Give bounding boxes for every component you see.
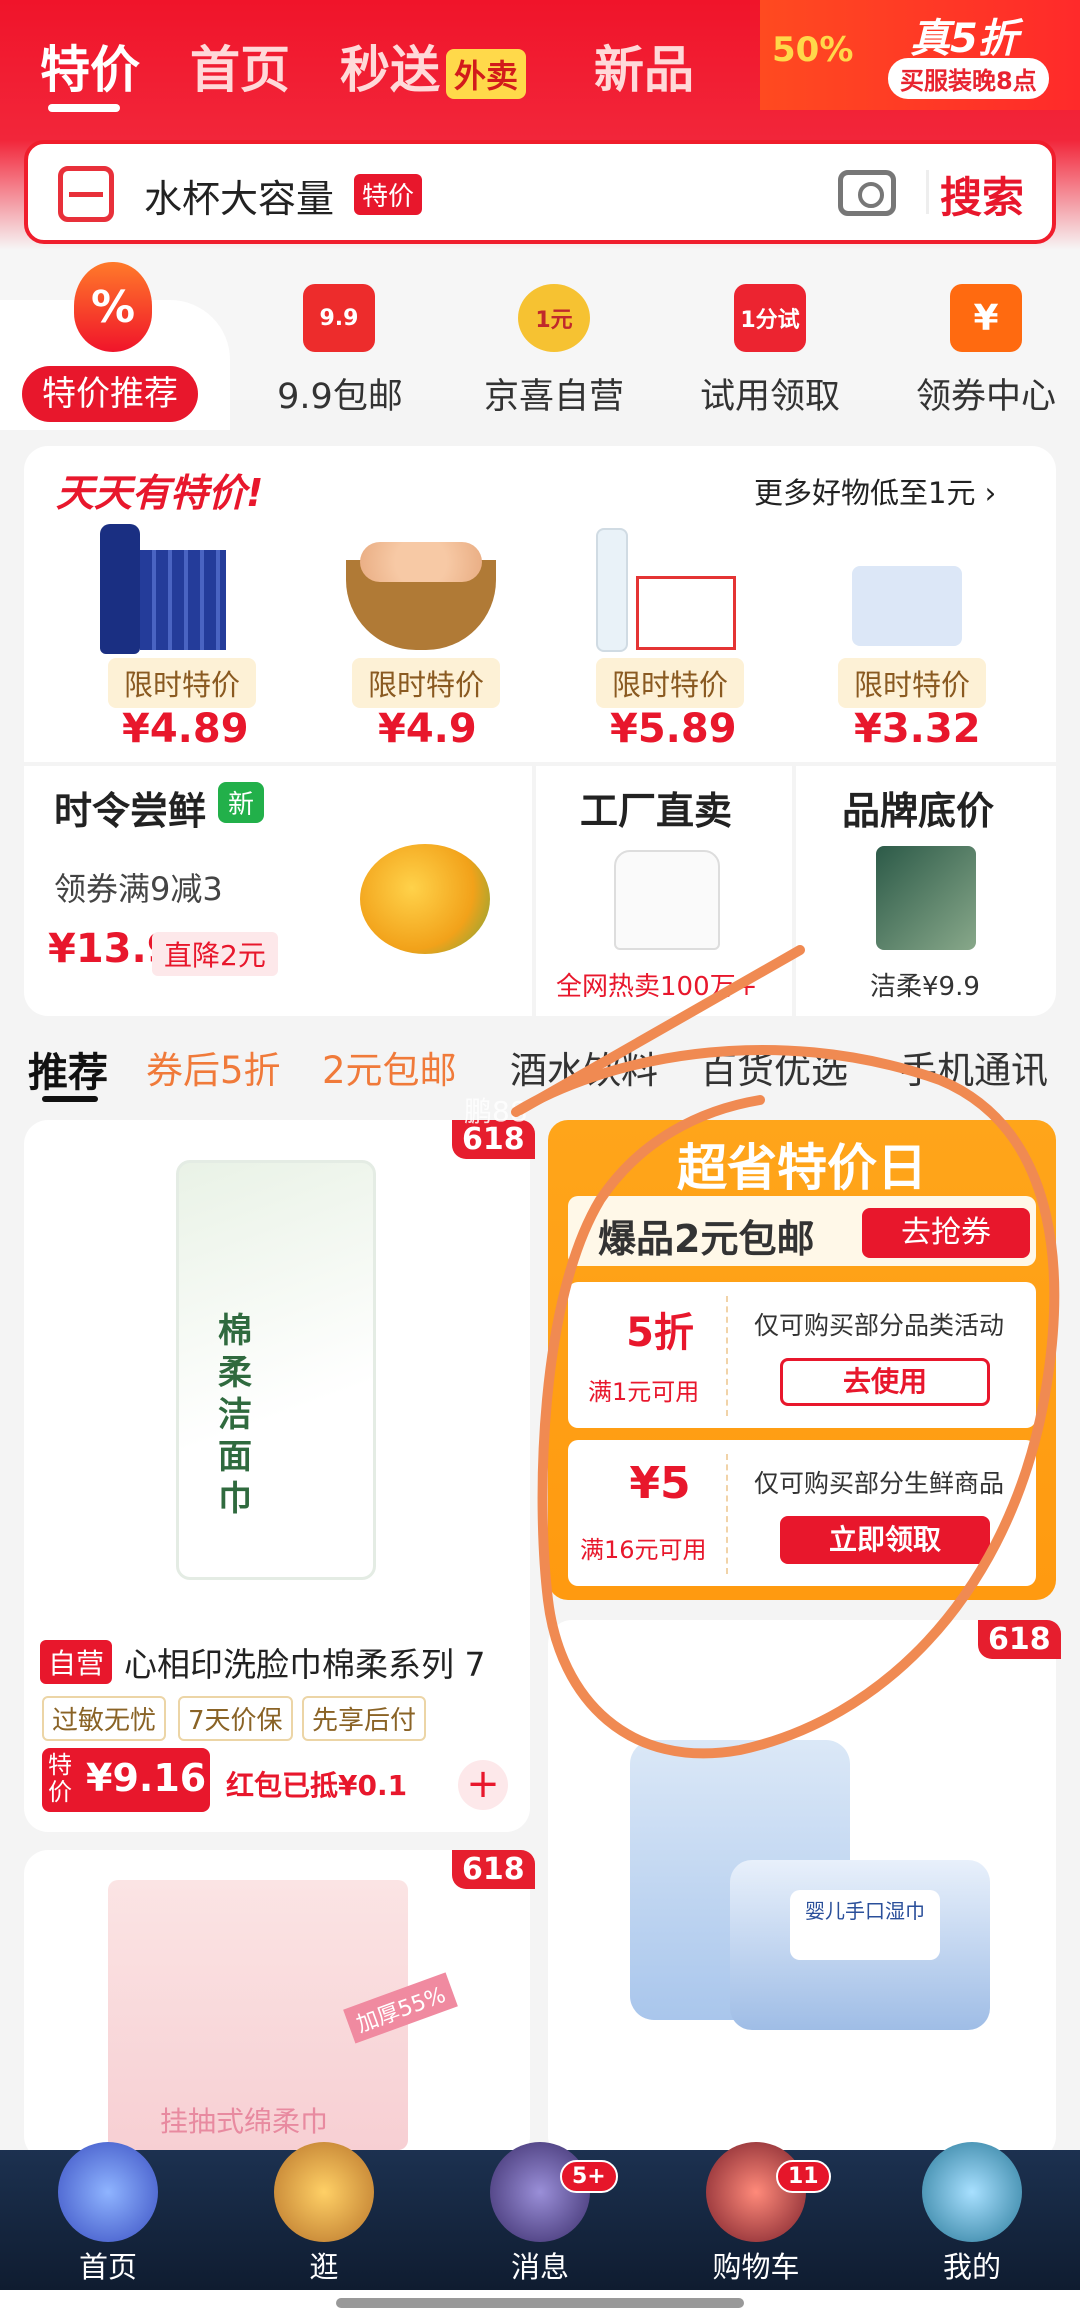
- annotation-circle: [511, 945, 1060, 1759]
- nav-browse[interactable]: 逛: [264, 2244, 384, 2286]
- browse-icon[interactable]: [274, 2142, 374, 2242]
- nav-profile[interactable]: 我的: [912, 2244, 1032, 2286]
- home-icon[interactable]: [58, 2142, 158, 2242]
- bottom-nav: 首页 逛 5+ 消息 11 购物车 我的: [0, 2142, 1080, 2290]
- nav-home[interactable]: 首页: [48, 2244, 168, 2286]
- cart-count: 11: [776, 2160, 831, 2193]
- nav-cart[interactable]: 购物车: [696, 2244, 816, 2286]
- home-indicator[interactable]: [336, 2298, 744, 2308]
- profile-icon[interactable]: [922, 2142, 1022, 2242]
- nav-message[interactable]: 消息: [480, 2244, 600, 2286]
- message-count: 5+: [560, 2160, 618, 2193]
